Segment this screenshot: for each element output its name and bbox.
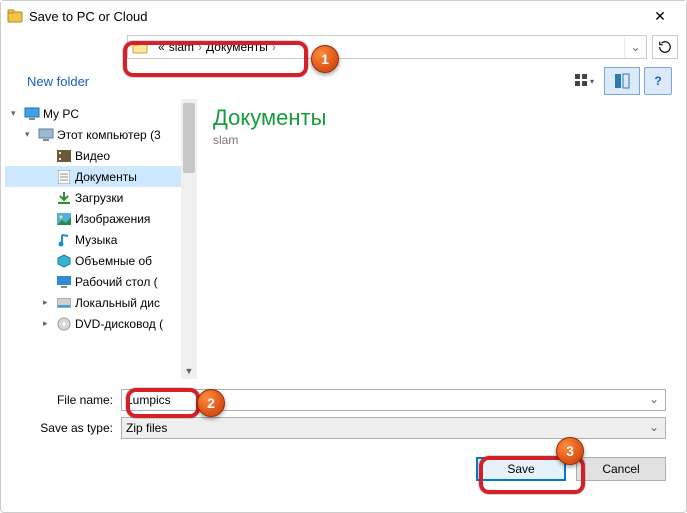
chevron-right-icon: › xyxy=(196,40,204,54)
file-name-value: Lumpics xyxy=(126,393,171,407)
titlebar: Save to PC or Cloud ✕ xyxy=(1,1,686,31)
scroll-down-icon[interactable]: ▼ xyxy=(181,363,197,379)
bottom-form: File name: Lumpics Save as type: Zip fil… xyxy=(1,379,686,495)
download-icon xyxy=(55,191,73,205)
address-bar[interactable]: « slam › Документы › ⌄ xyxy=(127,35,647,59)
scroll-thumb[interactable] xyxy=(183,103,195,173)
breadcrumb-item[interactable]: slam xyxy=(167,40,196,54)
close-button[interactable]: ✕ xyxy=(640,1,680,31)
tree-item-desktop[interactable]: Рабочий стол ( xyxy=(5,271,197,292)
folder-subtitle: slam xyxy=(213,133,676,147)
save-button[interactable]: Save xyxy=(476,457,566,481)
picture-icon xyxy=(55,213,73,225)
tree-item-downloads[interactable]: Загрузки xyxy=(5,187,197,208)
tree-scrollbar[interactable]: ▲ ▼ xyxy=(181,99,197,379)
dvd-icon xyxy=(55,317,73,331)
folder-icon xyxy=(128,39,152,55)
help-button[interactable]: ? xyxy=(644,67,672,95)
file-name-label: File name: xyxy=(21,393,121,407)
expand-icon[interactable]: ▸ xyxy=(43,297,55,308)
view-tiles-button[interactable]: ▾ xyxy=(566,67,602,95)
document-icon xyxy=(55,170,73,184)
address-row: « slam › Документы › ⌄ xyxy=(1,31,686,63)
cancel-button[interactable]: Cancel xyxy=(576,457,666,481)
pc-icon xyxy=(23,107,41,121)
tree-item-documents[interactable]: Документы xyxy=(5,166,197,187)
tree-item-dvd-drive[interactable]: ▸DVD-дисковод ( xyxy=(5,313,197,334)
view-preview-button[interactable] xyxy=(604,67,640,95)
expand-icon[interactable]: ▾ xyxy=(25,129,37,140)
tree-item-this-pc[interactable]: ▾ Этот компьютер (3 xyxy=(5,124,197,145)
toolbar: New folder ▾ ? xyxy=(1,63,686,99)
tree-item-local-disk[interactable]: ▸Локальный дис xyxy=(5,292,197,313)
cube-icon xyxy=(55,254,73,268)
tree-root[interactable]: ▾ My PC xyxy=(5,103,197,124)
expand-icon[interactable]: ▸ xyxy=(43,318,55,329)
file-name-input[interactable]: Lumpics xyxy=(121,389,666,411)
music-icon xyxy=(55,233,73,247)
content-pane: Документы slam xyxy=(197,99,686,379)
address-dropdown[interactable]: ⌄ xyxy=(624,36,646,58)
tree-item-videos[interactable]: Видео xyxy=(5,145,197,166)
save-type-value: Zip files xyxy=(126,421,167,435)
pc-icon xyxy=(37,128,55,142)
breadcrumb-pre: « xyxy=(156,40,167,54)
folder-title: Документы xyxy=(213,105,676,131)
tree-item-3d-objects[interactable]: Объемные об xyxy=(5,250,197,271)
window-title: Save to PC or Cloud xyxy=(29,9,640,24)
save-type-label: Save as type: xyxy=(21,421,121,435)
desktop-icon xyxy=(55,276,73,288)
refresh-button[interactable] xyxy=(652,35,678,59)
new-folder-link[interactable]: New folder xyxy=(27,74,89,89)
drive-icon xyxy=(55,298,73,308)
nav-tree[interactable]: ▾ My PC ▾ Этот компьютер (3 Видео Докуме… xyxy=(1,99,197,379)
video-icon xyxy=(55,150,73,162)
tree-item-pictures[interactable]: Изображения xyxy=(5,208,197,229)
breadcrumb[interactable]: « slam › Документы › xyxy=(152,40,624,54)
chevron-right-icon: › xyxy=(270,40,278,54)
breadcrumb-item[interactable]: Документы xyxy=(204,40,270,54)
tree-item-music[interactable]: Музыка xyxy=(5,229,197,250)
save-type-select[interactable]: Zip files xyxy=(121,417,666,439)
app-icon xyxy=(7,8,23,24)
expand-icon[interactable]: ▾ xyxy=(11,108,23,119)
